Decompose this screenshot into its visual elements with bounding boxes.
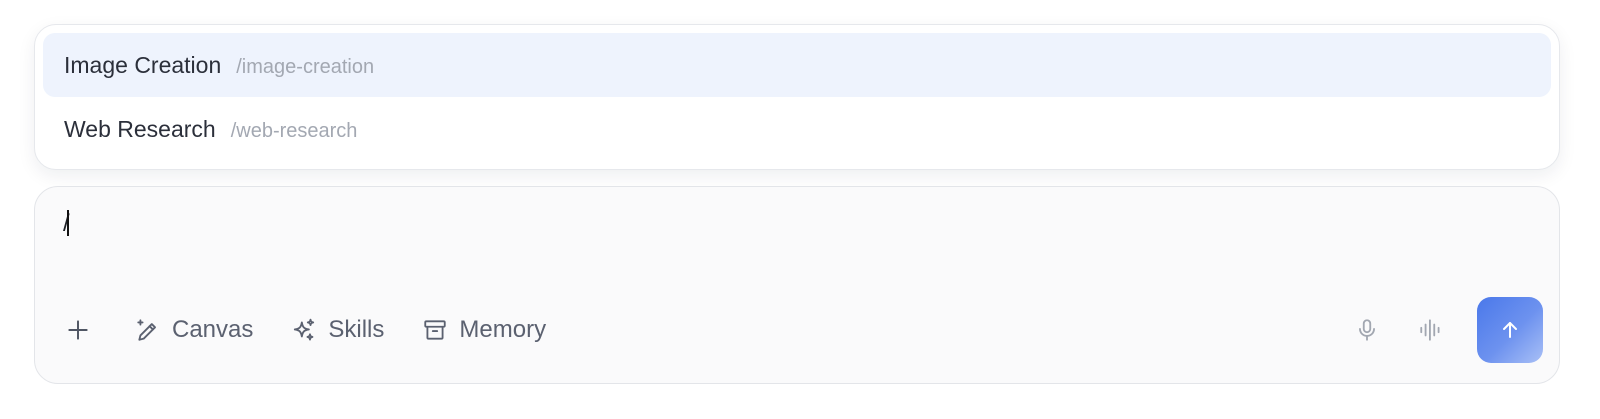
suggestion-command: /image-creation xyxy=(236,56,375,78)
composer-toolbar: Canvas Skills Memory xyxy=(55,297,1543,363)
suggestion-name: Web Research xyxy=(64,116,216,142)
canvas-label: Canvas xyxy=(172,316,254,343)
skills-label: Skills xyxy=(328,316,385,343)
message-composer: / Canvas S xyxy=(34,186,1560,384)
plus-icon xyxy=(68,320,88,340)
archive-box-icon xyxy=(424,320,447,340)
pencil-sparkle-icon xyxy=(137,319,156,341)
suggestion-command: /web-research xyxy=(230,120,358,142)
message-input[interactable]: / xyxy=(63,209,70,239)
add-attachment-button[interactable] xyxy=(55,308,101,352)
microphone-button[interactable] xyxy=(1343,306,1391,354)
sparkles-icon xyxy=(294,318,315,341)
suggestion-web-research[interactable]: Web Research /web-research xyxy=(43,97,1551,161)
memory-button[interactable]: Memory xyxy=(410,308,558,352)
slash-command-menu: Image Creation /image-creation Web Resea… xyxy=(34,24,1560,170)
arrow-up-icon xyxy=(1503,322,1517,338)
chat-input-area: Image Creation /image-creation Web Resea… xyxy=(0,0,1600,419)
suggestion-image-creation[interactable]: Image Creation /image-creation xyxy=(43,33,1551,97)
text-caret xyxy=(66,210,69,236)
suggestion-name: Image Creation xyxy=(64,52,222,78)
canvas-button[interactable]: Canvas xyxy=(123,308,265,352)
memory-label: Memory xyxy=(459,316,547,343)
microphone-icon xyxy=(1359,319,1375,341)
voice-mode-button[interactable] xyxy=(1407,306,1455,354)
waveform-icon xyxy=(1420,319,1440,341)
skills-button[interactable]: Skills xyxy=(279,308,396,352)
send-button[interactable] xyxy=(1477,297,1543,363)
